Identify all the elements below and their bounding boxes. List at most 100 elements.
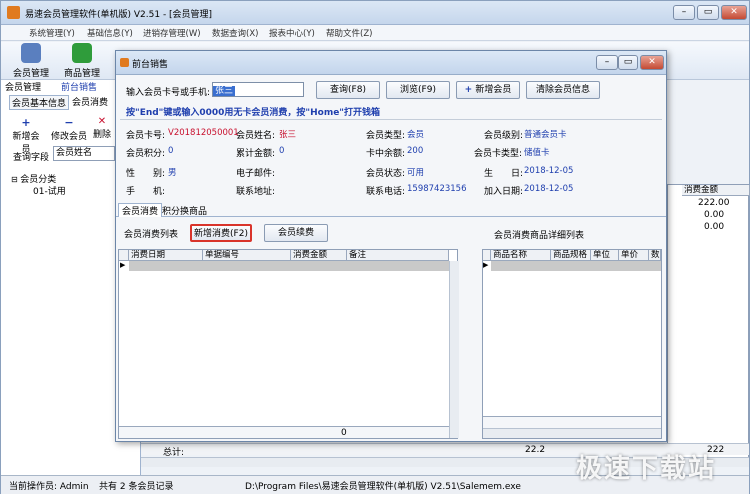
- app-title: 易速会员管理软件(单机版) V2.51 - [会员管理]: [25, 10, 213, 20]
- col-price: 单价: [619, 250, 649, 261]
- row-pointer-icon: ▶: [120, 261, 126, 269]
- clear-member-button[interactable]: 清除会员信息: [526, 81, 600, 99]
- birthday-value: 2018-12-05: [524, 166, 574, 176]
- col-unit: 单位: [591, 250, 619, 261]
- maximize-button[interactable]: ▭: [697, 5, 719, 20]
- new-consume-button[interactable]: 新增消费(F2): [190, 224, 252, 242]
- consume-grid-footer: [119, 426, 449, 438]
- col-spec: 商品规格: [551, 250, 591, 261]
- dialog-titlebar: 前台销售 – ▭ ✕: [116, 51, 666, 75]
- app-logo-icon: [7, 6, 20, 19]
- toolbar-products-button[interactable]: 商品管理: [58, 43, 106, 79]
- detail-grid-footer: [483, 416, 661, 428]
- join-date-label: 加入日期:: [484, 187, 524, 197]
- type-label: 会员类型:: [366, 131, 406, 141]
- level-label: 会员级别:: [484, 131, 524, 141]
- toolbar-label: 会员管理: [12, 69, 49, 79]
- menu-inventory[interactable]: 进销存管理(W): [143, 27, 201, 39]
- edit-member-button[interactable]: − 修改会员: [51, 116, 87, 142]
- divider: [120, 119, 662, 120]
- delete-button[interactable]: ✕ 删除: [90, 116, 114, 140]
- menu-reports[interactable]: 报表中心(Y): [269, 27, 315, 39]
- browse-button[interactable]: 浏览(F9): [386, 81, 450, 99]
- toolbar-label: 商品管理: [63, 69, 100, 79]
- row-pointer-icon: ▶: [483, 261, 489, 269]
- tree-expand-icon: ⊟: [11, 175, 21, 184]
- tab-points-exchange[interactable]: 积分换商品: [162, 204, 207, 217]
- tab-member-info[interactable]: 会员基本信息: [9, 95, 70, 110]
- menu-system[interactable]: 系统管理(Y): [29, 27, 75, 39]
- detail-list-label: 会员消费商品详细列表: [494, 231, 585, 241]
- close-button[interactable]: ✕: [721, 5, 747, 20]
- birthday-label: 生 日:: [484, 169, 524, 179]
- toolbar-members-button[interactable]: 会员管理: [7, 43, 55, 79]
- minus-icon: −: [64, 116, 74, 129]
- grid-footer-value: 22.2: [525, 445, 546, 455]
- consume-total: 0: [341, 428, 347, 438]
- tab-member-mgmt[interactable]: 会员管理: [5, 80, 41, 93]
- total-value: 0: [279, 146, 285, 156]
- balance-value: 200: [407, 146, 424, 156]
- tel-value: 15987423156: [407, 184, 467, 194]
- tree-child[interactable]: 01-试用: [33, 184, 66, 197]
- dialog-title: 前台销售: [132, 60, 169, 70]
- menu-query[interactable]: 数据查询(X): [212, 27, 258, 39]
- dialog-icon: [120, 58, 129, 67]
- detail-grid-hscroll[interactable]: [483, 428, 661, 438]
- selected-row[interactable]: [129, 261, 449, 271]
- points-value: 0: [168, 146, 174, 156]
- search-field-label: 查询字段: [13, 153, 50, 163]
- card-no-value: V201812050001: [168, 128, 239, 138]
- menu-help[interactable]: 帮助文件(Z): [326, 27, 372, 39]
- grid-cell: 0.00: [704, 222, 725, 232]
- consume-grid-vscroll[interactable]: [449, 261, 459, 438]
- card-input[interactable]: 张三: [212, 82, 304, 97]
- card-input-value: 张三: [213, 86, 236, 96]
- detail-grid[interactable]: 商品名称 商品规格 单位 单价 数 ▶: [482, 249, 662, 439]
- cardtype-value: 储值卡: [524, 148, 550, 158]
- plus-icon: +: [21, 116, 31, 129]
- address-label: 联系地址:: [236, 187, 276, 197]
- plus-icon: +: [464, 85, 476, 95]
- status-label: 会员状态:: [366, 169, 406, 179]
- tab-front-sales[interactable]: 前台销售: [61, 80, 97, 93]
- search-field-select[interactable]: 会员姓名: [53, 146, 115, 161]
- grid-row-indicator: [119, 250, 129, 261]
- delete-label: 删除: [92, 130, 111, 140]
- email-label: 电子邮件:: [236, 169, 276, 179]
- join-date-value: 2018-12-05: [524, 184, 574, 194]
- add-member-button-dlg[interactable]: + 新增会员: [456, 81, 520, 99]
- consume-list-label: 会员消费列表: [124, 230, 179, 240]
- dialog-minimize-button[interactable]: –: [596, 55, 618, 70]
- menu-basic[interactable]: 基础信息(Y): [87, 27, 133, 39]
- col-product-name: 商品名称: [491, 250, 551, 261]
- cardtype-label: 会员卡类型:: [474, 149, 523, 159]
- members-icon: [21, 43, 41, 63]
- col-doc-no: 单据编号: [203, 250, 291, 261]
- tab-member-consume[interactable]: 会员消费: [118, 203, 163, 217]
- renew-button[interactable]: 会员续费: [264, 224, 328, 242]
- tab-member-consume[interactable]: 会员消费: [72, 95, 108, 108]
- grid-row-indicator: [483, 250, 491, 261]
- menu-bar: 系统管理(Y) 基础信息(Y) 进销存管理(W) 数据查询(X) 报表中心(Y)…: [1, 25, 749, 41]
- delete-icon: ✕: [97, 116, 107, 127]
- col-note: 备注: [347, 250, 449, 261]
- add-product-icon: [72, 43, 92, 63]
- query-button[interactable]: 查询(F8): [316, 81, 380, 99]
- dialog-close-button[interactable]: ✕: [640, 55, 664, 70]
- name-label: 会员姓名:: [236, 131, 276, 141]
- type-value: 会员: [407, 130, 425, 140]
- name-value: 张三: [279, 130, 297, 140]
- selected-row[interactable]: [491, 261, 661, 271]
- card-no-label: 会员卡号:: [126, 131, 166, 141]
- consume-grid[interactable]: 消费日期 单据编号 消费金额 备注 ▶ 0: [118, 249, 459, 439]
- points-label: 会员积分:: [126, 149, 166, 159]
- edit-member-label: 修改会员: [51, 132, 88, 142]
- col-qty: 数: [649, 250, 661, 261]
- col-date: 消费日期: [129, 250, 203, 261]
- grid-cell: 222.00: [698, 198, 730, 208]
- status-value: 可用: [407, 168, 425, 178]
- front-sales-dialog: 前台销售 – ▭ ✕ 输入会员卡号或手机: 张三 查询(F8) 浏览(F9) +…: [115, 50, 667, 442]
- dialog-maximize-button[interactable]: ▭: [618, 55, 638, 70]
- minimize-button[interactable]: –: [673, 5, 695, 20]
